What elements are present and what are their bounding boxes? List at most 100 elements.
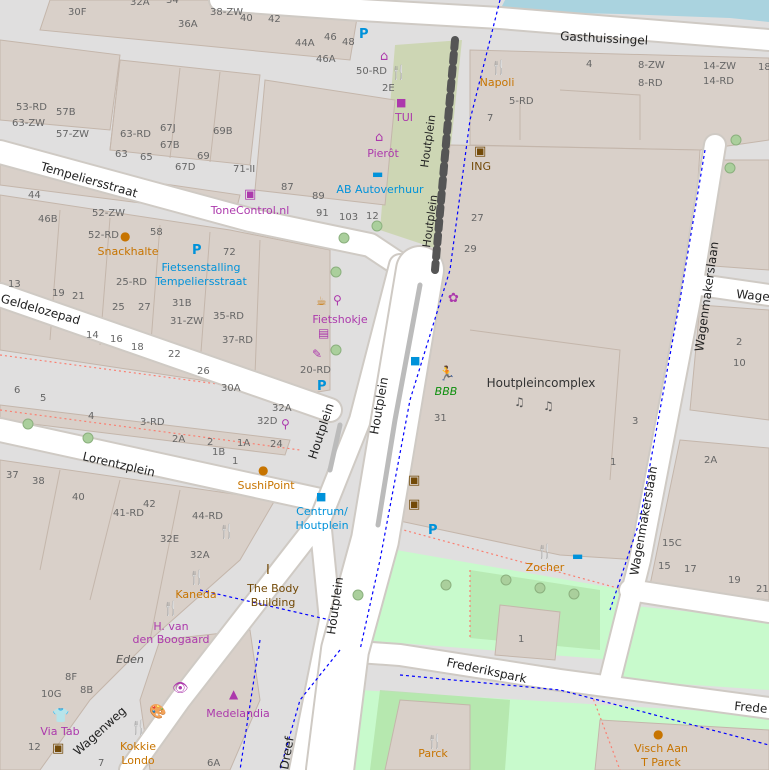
house-number: 37	[6, 470, 19, 481]
hostel-icon: ▬	[572, 549, 583, 563]
house-number: 34	[166, 0, 179, 6]
house-number: 87	[281, 182, 294, 193]
poi-label-kokkie: Kokkie	[120, 740, 156, 753]
house-number: 1	[232, 456, 238, 467]
house-number: 14-RD	[703, 76, 734, 87]
restaurant-icon: 🍴	[188, 569, 205, 586]
house-number: 14-ZW	[703, 61, 736, 72]
house-number: 7	[98, 758, 104, 769]
house-number: 1A	[237, 438, 250, 449]
house-number: 89	[312, 191, 325, 202]
house-number: 31-ZW	[170, 316, 203, 327]
poi-label-bbb: BBB	[435, 385, 458, 398]
house-number: 24	[270, 439, 283, 450]
house-number: 19	[728, 575, 741, 586]
house-number: 40	[240, 13, 253, 24]
house-number: 37-RD	[222, 335, 253, 346]
house-number: 4	[88, 411, 94, 422]
house-number: 18	[758, 62, 769, 73]
house-number: 36A	[178, 19, 198, 30]
poi-label-pierot: Pierôt	[367, 147, 399, 160]
house-number: 5-RD	[509, 96, 534, 107]
house-number: 21	[756, 584, 769, 595]
bicycle-parking-icon: P	[192, 243, 202, 258]
house-number: 21	[72, 291, 85, 302]
shop-icon: ⌂	[375, 130, 383, 145]
house-number: 22	[168, 349, 181, 360]
house-number: 16	[110, 334, 123, 345]
poi-label-tui: TUI	[394, 111, 413, 124]
house-number: 32A	[190, 550, 210, 561]
house-number: 2	[736, 337, 742, 348]
fast-food-icon: ●	[653, 727, 663, 741]
shop-icon: 🎨	[149, 702, 166, 720]
poi-label-fietsenstalling: Fietsenstalling	[161, 261, 240, 274]
house-number: 67B	[160, 140, 180, 151]
poi-label-fietsenstalling-street: Tempeliersstraat	[154, 275, 247, 288]
house-number: 71-II	[233, 164, 255, 175]
restaurant-icon: 🍴	[162, 600, 179, 617]
house-number: 2A	[704, 455, 717, 466]
poi-label-parck: Parck	[418, 747, 448, 760]
bank-icon: ▣	[408, 473, 420, 488]
shop-icon: ⌂	[380, 49, 388, 64]
shop-icon: ♫	[543, 399, 554, 413]
house-number: 18	[131, 342, 144, 353]
poi-label-sushipoint: SushiPoint	[237, 479, 295, 492]
shop-icon: ✎	[312, 347, 322, 361]
house-number: 72	[223, 247, 236, 258]
house-number: 63	[115, 149, 128, 160]
shop-icon: ▤	[318, 326, 329, 340]
bus-stop-icon: ■	[316, 490, 326, 503]
shop-icon: 👕	[52, 708, 69, 724]
house-number: 10	[733, 358, 746, 369]
poi-label-centrum: Centrum/	[296, 505, 348, 518]
poi-label-building: Building	[251, 596, 296, 609]
house-number: 46	[324, 32, 337, 43]
house-number: 58	[150, 227, 163, 238]
map[interactable]: Gasthuissingel Tempeliersstraat Geldeloz…	[0, 0, 769, 770]
house-number: 26	[197, 366, 210, 377]
poi-label-visch-aan: Visch Aan	[634, 742, 688, 755]
house-number: 35-RD	[213, 311, 244, 322]
house-number: 1	[518, 634, 524, 645]
house-number: 29	[464, 244, 477, 255]
restaurant-icon: 🍴	[390, 64, 407, 81]
restaurant-icon: 🍴	[218, 523, 235, 540]
house-number: 7	[487, 113, 493, 124]
house-number: 38-ZW	[210, 7, 243, 18]
poi-label-centrum-houtplein: Houtplein	[295, 519, 348, 532]
house-number: 50-RD	[356, 66, 387, 77]
house-number: 1B	[212, 447, 225, 458]
car-rental-icon: ▬	[372, 167, 383, 181]
shop-icon: ♫	[514, 395, 525, 409]
poi-label-t-parck: T Parck	[640, 756, 681, 769]
house-number: 65	[140, 152, 153, 163]
house-number: 17	[684, 564, 697, 575]
fitness-icon: 🏃	[438, 365, 455, 382]
house-number: 40	[72, 492, 85, 503]
poi-label-eden: Eden	[116, 653, 144, 666]
house-number: 8F	[65, 672, 77, 683]
poi-label-houtpleincomplex: Houtpleincomplex	[487, 376, 596, 390]
poi-label-tonecontrol: ToneControl.nl	[210, 204, 290, 217]
house-number: 27	[471, 213, 484, 224]
house-number: 14	[86, 330, 99, 341]
poi-label-den-boogaard: den Boogaard	[133, 633, 210, 646]
house-number: 1	[610, 457, 616, 468]
house-number: 42	[143, 499, 156, 510]
house-number: 69	[197, 151, 210, 162]
fast-food-icon: ●	[120, 229, 130, 243]
house-number: 91	[316, 208, 329, 219]
fast-food-icon: ●	[258, 463, 268, 477]
shop-icon: ■	[396, 96, 406, 109]
house-number: 15C	[662, 538, 682, 549]
house-number: 44-RD	[192, 511, 223, 522]
house-number: 30A	[221, 383, 241, 394]
house-number: 8-ZW	[638, 60, 665, 71]
monument-icon: ▣	[52, 741, 64, 756]
house-number: 5	[40, 393, 46, 404]
bus-stop-icon: ■	[410, 354, 420, 367]
house-number: 46B	[38, 214, 58, 225]
house-number: 6	[14, 385, 20, 396]
